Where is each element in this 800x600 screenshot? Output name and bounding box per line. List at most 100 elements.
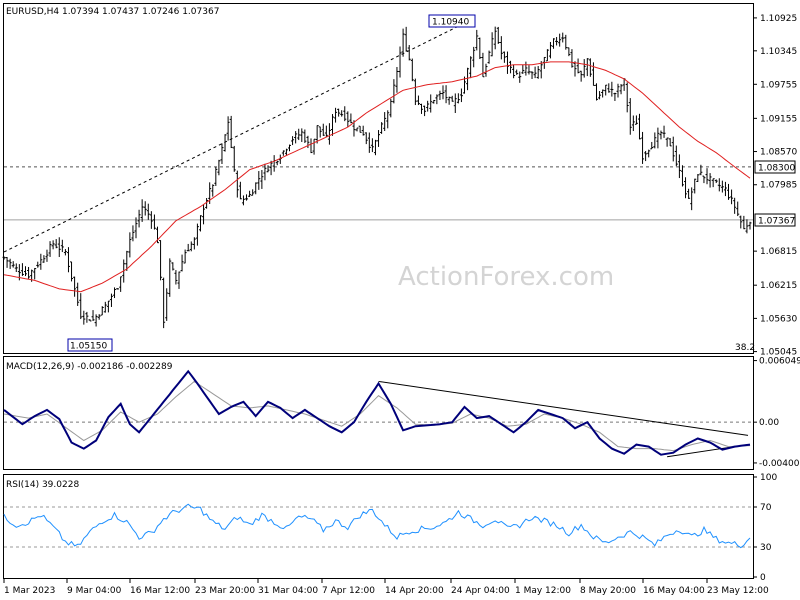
macd-panel-frame (3, 356, 754, 470)
price-y-label: 1.09755 (760, 80, 797, 90)
price-bar (113, 287, 117, 299)
price-bar (27, 266, 31, 279)
low-label: 1.05150 (70, 342, 107, 352)
price-bar (97, 314, 101, 320)
x-label: 24 Apr 04:00 (451, 586, 510, 596)
price-bar (447, 96, 451, 105)
price-bar (413, 78, 417, 106)
price-bar (39, 253, 43, 270)
price-bar (355, 127, 359, 132)
price-bar (159, 240, 163, 281)
price-bar (79, 293, 83, 320)
rsi-y-label: 30 (760, 543, 772, 553)
price-bar (426, 100, 430, 112)
price-bar (505, 51, 509, 74)
price-bar (168, 258, 172, 297)
x-label: 16 Mar 12:00 (130, 586, 190, 596)
price-bar (195, 223, 199, 246)
price-bar (567, 47, 571, 57)
price-bar (684, 177, 688, 199)
price-y-label: 1.09155 (760, 114, 797, 124)
price-bar (288, 144, 292, 152)
price-bar (570, 49, 574, 68)
price-bar (723, 181, 727, 197)
price-bar (533, 66, 537, 79)
price-bar (281, 150, 285, 156)
price-bar (711, 178, 715, 188)
price-bar (582, 59, 586, 78)
price-bar (472, 46, 476, 68)
price-bar (656, 127, 660, 149)
rsi-title: RSI(14) 39.0228 (6, 480, 79, 490)
price-bar (527, 65, 531, 75)
price-bar (312, 138, 316, 155)
price-bar (106, 300, 110, 313)
price-bar (456, 93, 460, 104)
price-bar (604, 84, 608, 96)
price-bar (509, 60, 513, 74)
price-bar (739, 215, 743, 229)
price-bar (450, 95, 454, 102)
x-label: 8 May 20:00 (580, 586, 636, 596)
price-bar (146, 203, 150, 220)
price-bar (588, 58, 592, 77)
price-bar (745, 219, 749, 234)
price-bar (321, 123, 325, 136)
price-bar (659, 130, 663, 140)
price-bar (598, 91, 602, 100)
price-bar (748, 221, 752, 230)
price-bar (634, 115, 638, 125)
price-bar (524, 61, 528, 76)
price-bar (263, 163, 267, 181)
price-bar (76, 282, 80, 306)
price-bar (88, 319, 92, 322)
price-bar (192, 237, 196, 250)
price-bar (561, 32, 565, 43)
price-bar (162, 277, 166, 329)
price-bar (251, 189, 255, 196)
price-bar (377, 130, 381, 147)
x-label: 23 Mar 20:00 (195, 586, 255, 596)
price-bar (518, 71, 522, 83)
price-bar (398, 46, 402, 78)
price-y-label: 1.10925 (760, 14, 797, 24)
price-bar (23, 266, 27, 277)
price-bar (223, 134, 227, 152)
price-bar (677, 154, 681, 179)
rsi-y-label: 0 (760, 573, 766, 583)
macd-title: MACD(12,26,9) -0.002186 -0.002289 (6, 362, 173, 372)
macd-y-label: 0.006049 (759, 357, 800, 367)
price-bar (131, 225, 135, 242)
price-bar (165, 288, 169, 321)
price-bar (42, 255, 46, 263)
price-bar (134, 217, 138, 239)
price-bar (297, 128, 301, 141)
price-bar (625, 82, 629, 113)
price-bar (432, 99, 436, 104)
price-bar (245, 194, 249, 201)
level-price-label: 1.08300 (758, 164, 795, 174)
price-y-label: 1.06215 (760, 281, 797, 291)
rsi-y-label: 100 (760, 473, 777, 483)
price-bar (334, 107, 338, 123)
price-bar (469, 56, 473, 79)
price-bar (714, 179, 718, 184)
macd-signal-line (3, 380, 751, 452)
price-bar (720, 180, 724, 193)
sma-line (3, 61, 751, 293)
price-bar (410, 58, 414, 82)
price-bar (220, 143, 224, 165)
price-bar (340, 110, 344, 117)
price-bar (453, 93, 457, 113)
price-bar (680, 165, 684, 187)
x-label: 1 Mar 2023 (4, 586, 55, 596)
price-bar (85, 311, 89, 323)
price-bar (324, 125, 328, 138)
price-bar (438, 90, 442, 100)
price-bar (459, 88, 463, 103)
price-bar (370, 138, 374, 153)
price-bar (82, 310, 86, 325)
price-bar (619, 84, 623, 95)
fib-label: 38.2 (735, 343, 755, 353)
price-bar (248, 190, 252, 197)
